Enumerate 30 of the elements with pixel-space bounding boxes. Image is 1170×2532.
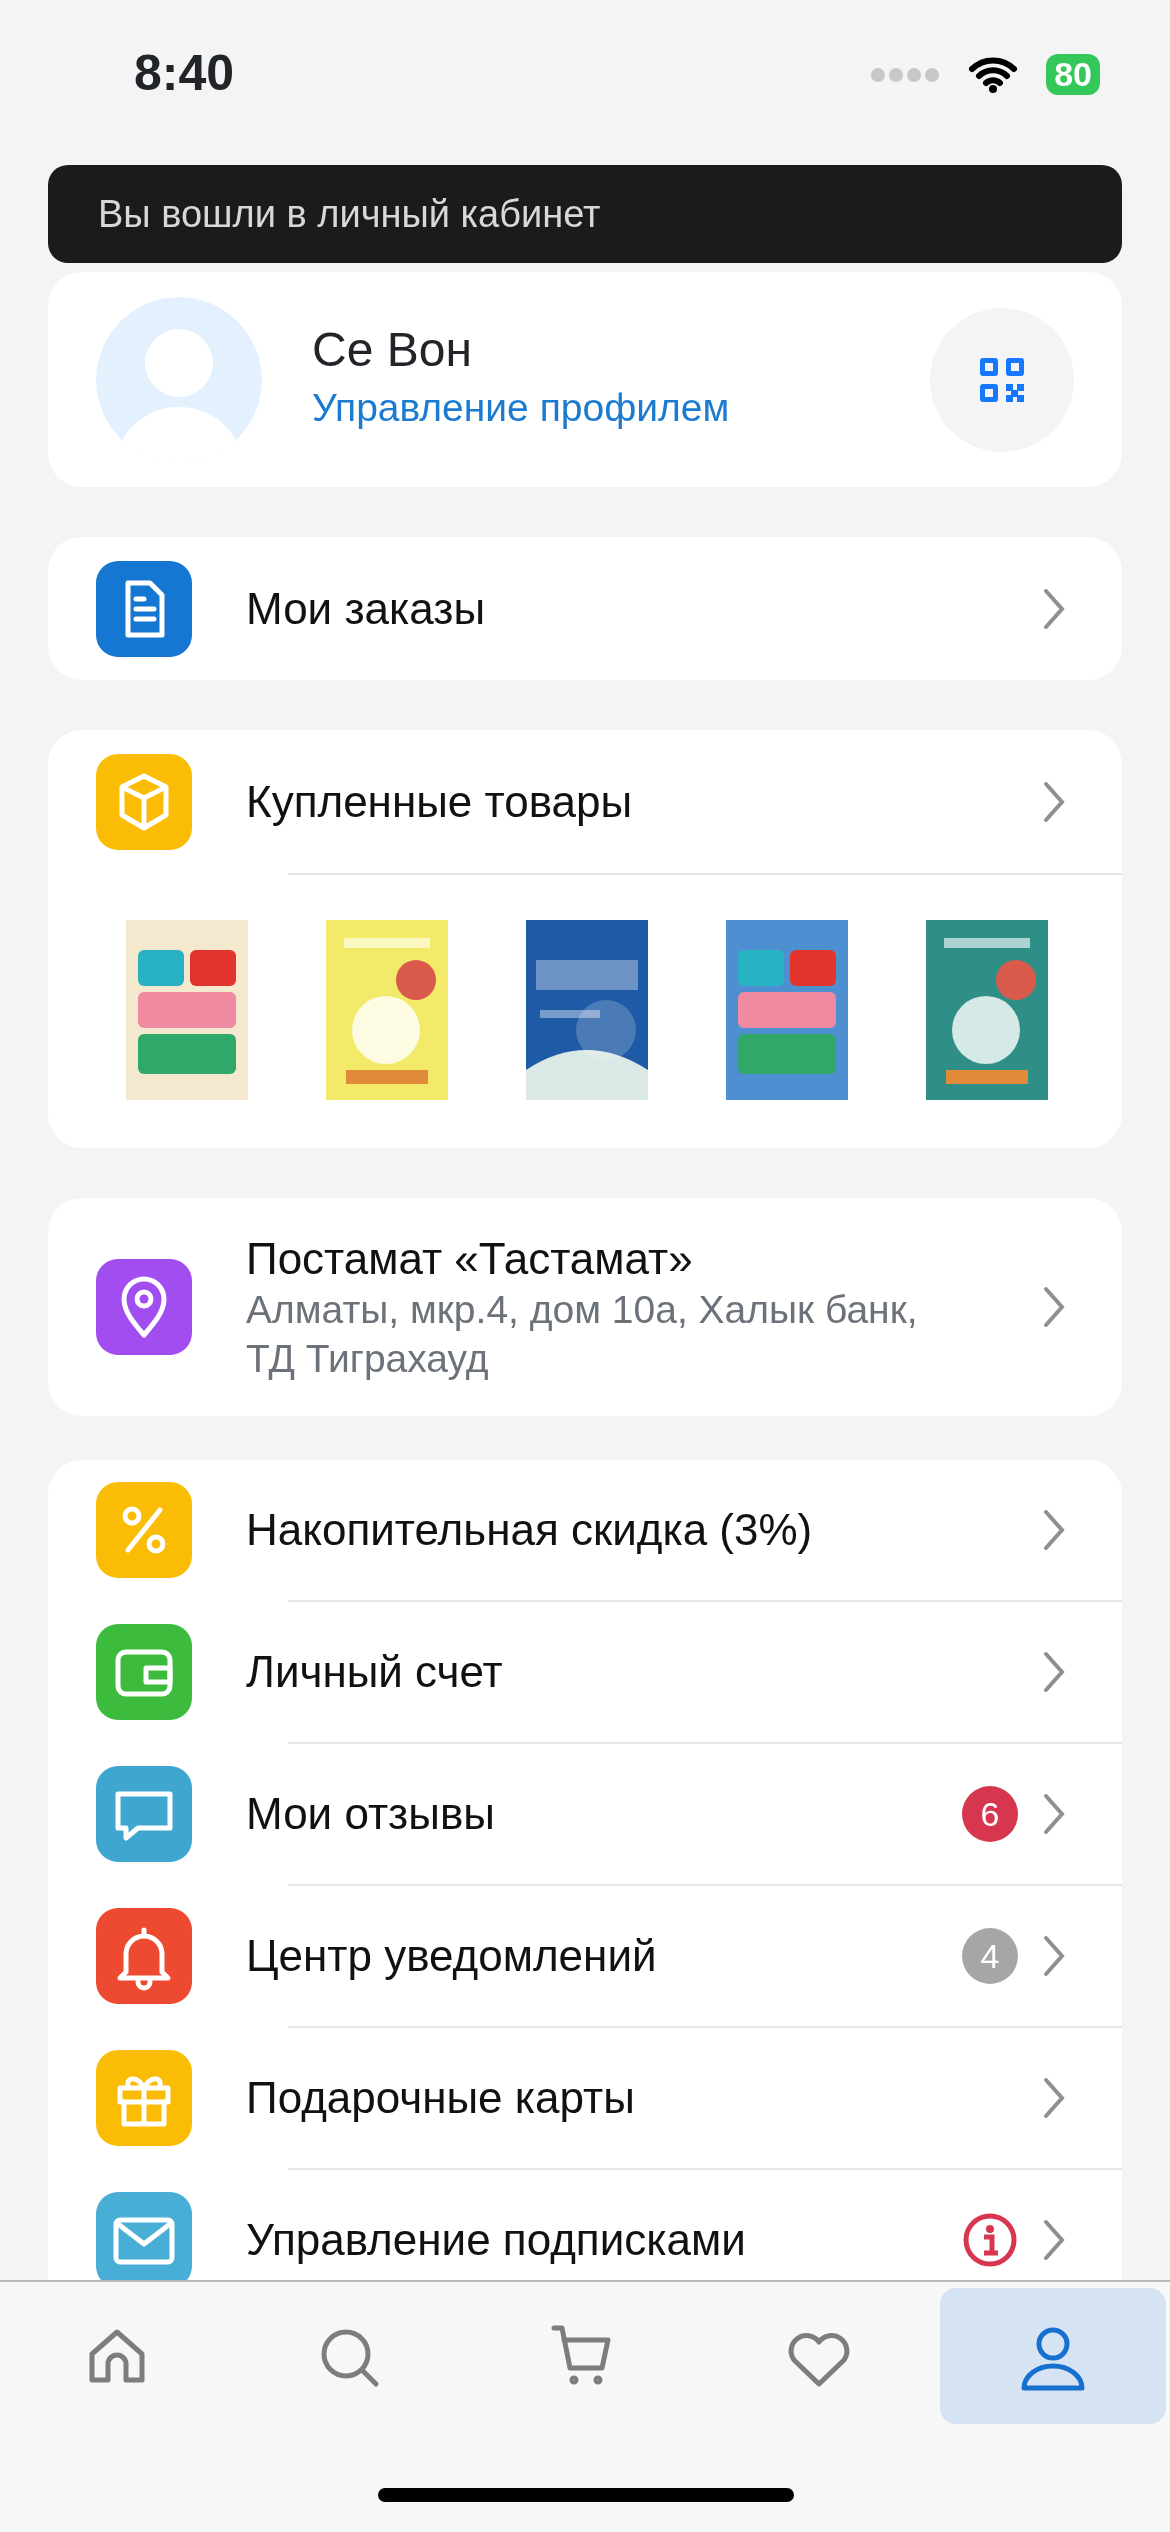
- chevron-icon: [1042, 1285, 1066, 1329]
- menu-item[interactable]: Подарочные карты: [48, 2028, 1122, 2168]
- chevron-icon: [1042, 779, 1066, 824]
- chevron-icon: [1042, 1792, 1066, 1836]
- pickup-point-address: Алматы, мкр.4, дом 10а, Халык банк, ТД Тиграхауд: [246, 1286, 919, 1382]
- chevron-icon: [1042, 2076, 1066, 2120]
- status-time: 8:40: [134, 48, 235, 98]
- chevron-icon: [1042, 586, 1066, 631]
- menu-item[interactable]: Центр уведомлений 4: [48, 1886, 1122, 2026]
- chevron-icon: [1042, 1650, 1066, 1694]
- chevron-icon: [1042, 1934, 1066, 1978]
- menu-item[interactable]: Накопительная скидка (3%): [48, 1460, 1122, 1600]
- count-badge: 6: [962, 1786, 1018, 1842]
- manage-profile-link[interactable]: Управление профилем: [312, 379, 730, 438]
- chevron-icon: [1042, 1508, 1066, 1552]
- menu-item[interactable]: Мои отзывы 6: [48, 1744, 1122, 1884]
- battery-indicator: 80: [1046, 54, 1100, 96]
- orders-row[interactable]: Мои заказы: [48, 537, 1122, 680]
- menu-item[interactable]: Личный счет: [48, 1602, 1122, 1742]
- tab-button[interactable]: [940, 2288, 1166, 2424]
- qr-code-icon: [980, 357, 1024, 402]
- wifi-icon: [968, 55, 1019, 94]
- pickup-point-row[interactable]: Постамат «Тастамат» Алматы, мкр.4, дом 10а, Халык банк, ТД Тиграхауд: [48, 1198, 1122, 1416]
- pickup-point-title: Постамат «Тастамат»: [246, 1232, 694, 1285]
- toast-message: Вы вошли в личный кабинет: [48, 165, 1122, 263]
- signal-icon: [870, 66, 941, 83]
- avatar-icon: [96, 296, 262, 463]
- count-badge: 4: [962, 1928, 1018, 1984]
- chevron-icon: [1042, 2218, 1066, 2262]
- profile-name: Се Вон: [312, 322, 473, 379]
